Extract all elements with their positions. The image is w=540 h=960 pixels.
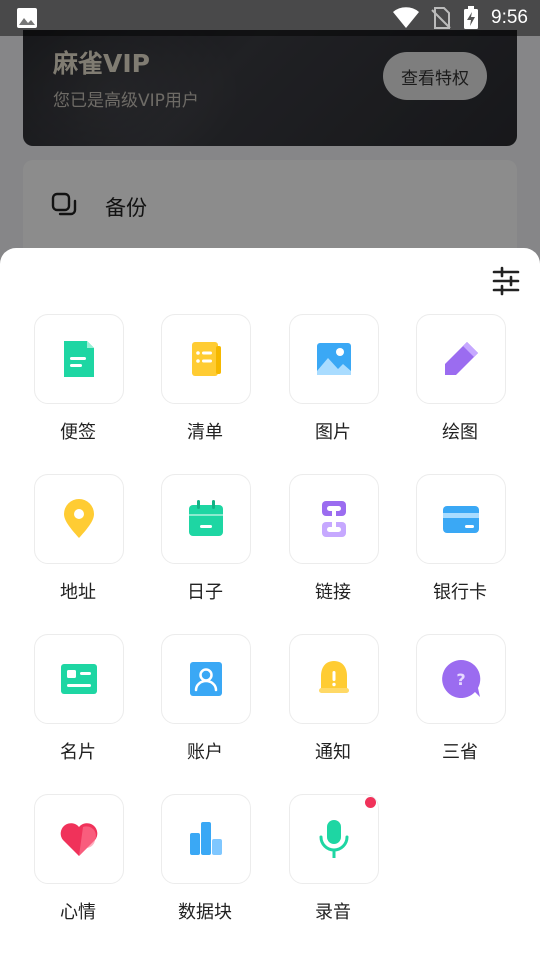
item-label: 地址 bbox=[60, 582, 96, 603]
item-label: 绘图 bbox=[442, 422, 478, 443]
item-picture-box[interactable] bbox=[289, 314, 379, 404]
battery-charging-icon bbox=[464, 6, 479, 29]
item-label: 便签 bbox=[60, 422, 96, 443]
item-label: 通知 bbox=[315, 742, 351, 763]
item-label: 三省 bbox=[442, 742, 478, 763]
sliders-icon[interactable] bbox=[492, 266, 520, 296]
question-bubble-icon: ? bbox=[442, 659, 481, 698]
bell-icon bbox=[319, 661, 349, 693]
note-icon bbox=[64, 341, 94, 377]
account-icon bbox=[190, 662, 222, 696]
item-notification-box[interactable] bbox=[289, 634, 379, 724]
item-recording-box[interactable] bbox=[289, 794, 379, 884]
picture-icon bbox=[317, 343, 351, 375]
status-time: 9:56 bbox=[491, 7, 528, 28]
item-account-box[interactable] bbox=[161, 634, 251, 724]
image-icon bbox=[17, 8, 37, 28]
new-badge bbox=[365, 797, 376, 808]
bank-card-icon bbox=[443, 506, 479, 533]
item-picture[interactable]: 图片 bbox=[282, 314, 410, 454]
item-label: 清单 bbox=[187, 422, 223, 443]
item-label: 名片 bbox=[60, 742, 96, 763]
item-label: 数据块 bbox=[178, 902, 232, 923]
add-item-sheet: 便签 清单 图片 绘图 地址 日子 链接 银行卡 名片 账户 通知 ? 三省 心… bbox=[0, 248, 540, 960]
heart-icon bbox=[60, 823, 98, 856]
location-pin-icon bbox=[64, 499, 94, 538]
item-label: 账户 bbox=[187, 742, 223, 763]
link-icon bbox=[322, 501, 346, 537]
item-bank-card-box[interactable] bbox=[416, 474, 506, 564]
item-note[interactable]: 便签 bbox=[27, 314, 155, 454]
item-days-box[interactable] bbox=[161, 474, 251, 564]
item-drawing[interactable]: 绘图 bbox=[409, 314, 537, 454]
item-bank-card[interactable]: 银行卡 bbox=[409, 474, 537, 614]
no-sim-icon bbox=[431, 7, 451, 29]
item-label: 银行卡 bbox=[433, 582, 487, 603]
pencil-icon bbox=[445, 342, 478, 375]
item-reflection-box[interactable]: ? bbox=[416, 634, 506, 724]
svg-text:?: ? bbox=[456, 670, 465, 689]
item-note-box[interactable] bbox=[34, 314, 124, 404]
item-data-block[interactable]: 数据块 bbox=[154, 794, 282, 934]
bar-chart-icon bbox=[190, 822, 222, 855]
item-address-box[interactable] bbox=[34, 474, 124, 564]
item-checklist[interactable]: 清单 bbox=[154, 314, 282, 454]
item-label: 录音 bbox=[315, 902, 351, 923]
item-label: 日子 bbox=[187, 582, 223, 603]
item-checklist-box[interactable] bbox=[161, 314, 251, 404]
item-account[interactable]: 账户 bbox=[154, 634, 282, 774]
item-business-card-box[interactable] bbox=[34, 634, 124, 724]
item-label: 链接 bbox=[315, 582, 351, 603]
item-label: 心情 bbox=[60, 902, 96, 923]
status-bar: 9:56 bbox=[0, 0, 540, 36]
item-label: 图片 bbox=[315, 422, 351, 443]
microphone-icon bbox=[319, 820, 349, 858]
item-address[interactable]: 地址 bbox=[27, 474, 155, 614]
item-link-box[interactable] bbox=[289, 474, 379, 564]
calendar-icon bbox=[189, 500, 223, 536]
item-data-block-box[interactable] bbox=[161, 794, 251, 884]
checklist-icon bbox=[192, 342, 221, 376]
item-drawing-box[interactable] bbox=[416, 314, 506, 404]
item-business-card[interactable]: 名片 bbox=[27, 634, 155, 774]
item-days[interactable]: 日子 bbox=[154, 474, 282, 614]
item-mood[interactable]: 心情 bbox=[27, 794, 155, 934]
item-recording[interactable]: 录音 bbox=[282, 794, 410, 934]
item-reflection[interactable]: ? 三省 bbox=[409, 634, 537, 774]
item-link[interactable]: 链接 bbox=[282, 474, 410, 614]
wifi-icon bbox=[393, 7, 420, 29]
business-card-icon bbox=[61, 664, 97, 694]
item-notification[interactable]: 通知 bbox=[282, 634, 410, 774]
item-mood-box[interactable] bbox=[34, 794, 124, 884]
